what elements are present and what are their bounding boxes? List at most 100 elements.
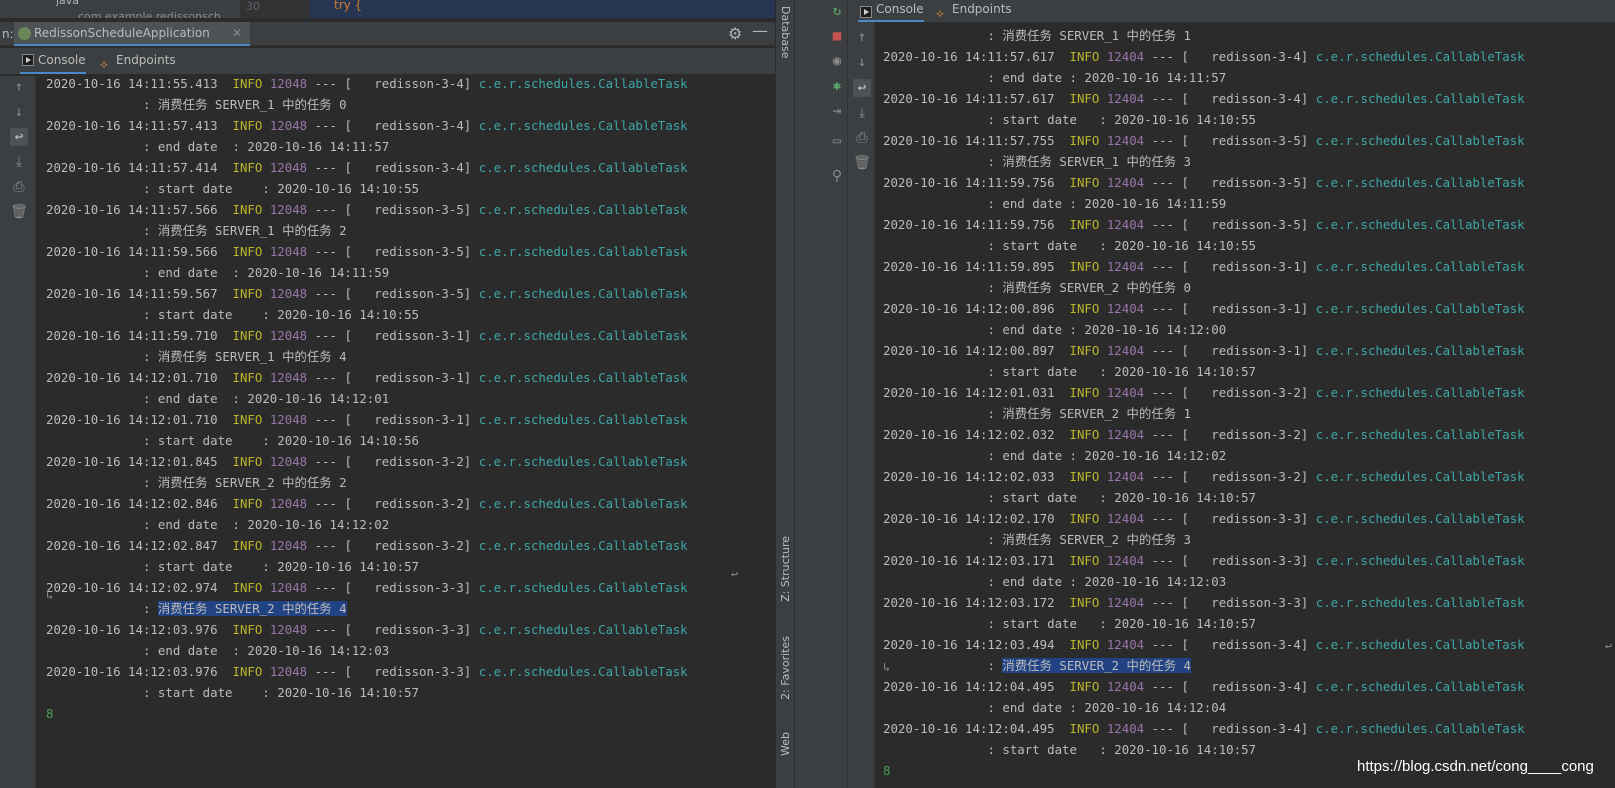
log-message: : start date : 2020-10-16 14:10:57 [987,364,1256,379]
minimize-icon[interactable]: — [752,21,768,40]
stop-icon[interactable]: ■ [828,27,846,45]
down-arrow-icon[interactable]: ↓ [853,53,871,71]
log-message-line: : 消费任务 SERVER_1 中的任务 4 [46,346,688,367]
log-pid: 12404 [1106,49,1145,64]
log-separator: --- [1151,427,1174,442]
log-logger: c.e.r.schedules.CallableTask [478,202,688,217]
log-logger: c.e.r.schedules.CallableTask [478,580,688,595]
left-console-output[interactable]: 2020-10-16 14:11:55.413 INFO 12048 --- [… [36,76,773,788]
log-message-line: : start date : 2020-10-16 14:10:55 [46,178,688,199]
log-message-line: : end date : 2020-10-16 14:12:01 [46,388,688,409]
tab-endpoints[interactable]: ⟡ Endpoints [934,0,1012,22]
log-thread: [ redisson-3-2] [344,538,472,553]
log-entry-line: 2020-10-16 14:12:02.846 INFO 12048 --- [… [46,493,688,514]
tab-endpoints-label: Endpoints [952,2,1012,16]
spring-boot-icon [18,27,31,40]
log-thread: [ redisson-3-5] [344,202,472,217]
web-tool-button[interactable]: Web [779,732,792,756]
right-log-lines: : 消费任务 SERVER_1 中的任务 1 2020-10-16 14:11:5… [883,25,1525,781]
log-separator: --- [314,538,337,553]
log-message: : start date : 2020-10-16 14:10:57 [987,490,1256,505]
log-timestamp: 2020-10-16 14:12:01.710 [46,370,218,385]
database-tool-button[interactable]: Database [779,6,792,59]
log-separator: --- [1151,469,1174,484]
down-arrow-icon[interactable]: ↓ [10,103,28,121]
log-level: INFO [232,580,263,595]
log-level: INFO [1069,49,1100,64]
debug-icon[interactable]: ✱ [828,77,846,95]
editor-gutter: 30 [240,0,310,18]
log-timestamp: 2020-10-16 14:12:02.974 [46,580,218,595]
print-icon[interactable]: ⎙ [10,178,28,196]
log-message: : start date : 2020-10-16 14:10:55 [142,181,419,196]
log-timestamp: 2020-10-16 14:12:02.033 [883,469,1055,484]
tab-console[interactable]: Console [858,0,924,22]
log-timestamp: 2020-10-16 14:11:59.895 [883,259,1055,274]
up-arrow-icon[interactable]: ↑ [10,78,28,96]
right-console-output[interactable]: : 消费任务 SERVER_1 中的任务 1 2020-10-16 14:11:5… [875,22,1615,788]
log-logger: c.e.r.schedules.CallableTask [1315,427,1525,442]
log-level: INFO [232,370,263,385]
up-arrow-icon[interactable]: ↑ [853,28,871,46]
log-timestamp: 2020-10-16 14:12:02.170 [883,511,1055,526]
log-entry-line: 2020-10-16 14:12:03.494 INFO 12404 --- [… [883,634,1525,655]
log-message: : end date : 2020-10-16 14:12:03 [142,643,390,658]
trash-icon[interactable]: 🗑 [853,154,871,172]
wrap-mark-icon: ↳ [46,588,54,602]
log-pid: 12404 [1106,553,1145,568]
favorites-tool-button[interactable]: 2: Favorites [779,636,792,700]
console-icon [22,54,34,66]
log-message-line: : end date : 2020-10-16 14:12:00 [883,319,1525,340]
rerun-icon[interactable]: ↻ [828,2,846,20]
log-logger: c.e.r.schedules.CallableTask [478,412,688,427]
log-message-line: : end date : 2020-10-16 14:12:02 [46,514,688,535]
log-timestamp: 2020-10-16 14:12:04.495 [883,679,1055,694]
log-level: INFO [232,160,263,175]
log-message-line: : start date : 2020-10-16 14:10:57 [883,739,1525,760]
log-pid: 12048 [269,580,308,595]
log-separator: --- [1151,259,1174,274]
log-message: : 消费任务 SERVER_2 中的任务 0 [987,280,1191,295]
exit-icon[interactable]: ⇥ [828,102,846,120]
tree-item-java[interactable]: java [56,0,79,7]
camera-icon[interactable]: ◉ [828,52,846,70]
tab-console[interactable]: Console [20,48,86,74]
pin-icon[interactable]: ⚲ [828,167,846,185]
scroll-to-end-icon[interactable]: ⤓ [853,104,871,122]
panel-divider[interactable] [794,0,818,788]
scroll-to-end-icon[interactable]: ⤓ [10,153,28,171]
soft-wrap-icon[interactable]: ↩ [10,128,28,146]
log-timestamp: 2020-10-16 14:11:59.756 [883,175,1055,190]
log-entry-line: 2020-10-16 14:12:00.896 INFO 12404 --- [… [883,298,1525,319]
log-entry-line: 2020-10-16 14:12:04.495 INFO 12404 --- [… [883,676,1525,697]
log-pid: 12404 [1106,91,1145,106]
log-logger: c.e.r.schedules.CallableTask [478,286,688,301]
tab-endpoints[interactable]: ⟡ Endpoints [98,48,176,74]
print-icon[interactable]: ⎙ [853,129,871,147]
close-icon[interactable]: ✕ [232,22,242,44]
log-pid: 12048 [269,76,308,91]
log-pid: 12404 [1106,217,1145,232]
soft-wrap-icon[interactable]: ↩ [853,79,871,97]
log-pid: 12404 [1106,301,1145,316]
log-pid: 12404 [1106,511,1145,526]
tab-endpoints-label: Endpoints [116,53,176,67]
trash-icon[interactable]: 🗑 [10,203,28,221]
run-tab[interactable]: RedissonScheduleApplication ✕ [14,22,250,46]
wrap-mark-icon: ↩ [731,567,739,581]
layout-icon[interactable]: ▭ [828,132,846,150]
log-logger: c.e.r.schedules.CallableTask [1315,91,1525,106]
log-pid: 12048 [269,118,308,133]
log-entry-line: 2020-10-16 14:12:02.974 INFO 12048 --- [… [46,577,688,598]
code-line[interactable]: try { [334,0,362,12]
structure-tool-button[interactable]: Z: Structure [779,536,792,602]
log-thread: [ redisson-3-5] [1181,133,1309,148]
tree-item-package[interactable]: com.example.redissonsch [78,10,221,18]
log-message: : end date : 2020-10-16 14:12:00 [987,322,1227,337]
gear-icon[interactable]: ⚙ [728,24,742,43]
log-timestamp: 2020-10-16 14:12:03.172 [883,595,1055,610]
log-entry-line: 2020-10-16 14:12:02.033 INFO 12404 --- [… [883,466,1525,487]
current-line-highlight [310,0,775,18]
log-level: INFO [232,328,263,343]
log-separator: --- [1151,511,1174,526]
